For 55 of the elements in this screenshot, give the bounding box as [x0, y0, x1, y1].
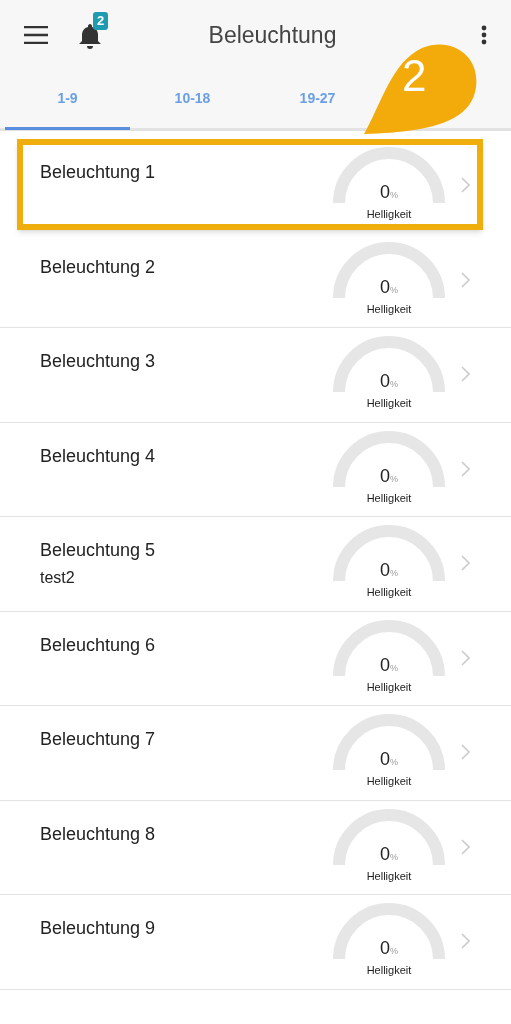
- unit-label: %: [390, 379, 398, 391]
- gauge-caption: Helligkeit: [366, 868, 412, 884]
- brightness-value: 0: [380, 183, 390, 201]
- chevron-right-icon[interactable]: [461, 460, 470, 477]
- light-name: Beleuchtung 4: [40, 444, 157, 468]
- gauge-caption: Helligkeit: [366, 301, 412, 317]
- gauge-caption: Helligkeit: [366, 585, 412, 600]
- light-name: Beleuchtung 3: [40, 350, 157, 373]
- unit-label: %: [390, 190, 398, 202]
- bell-icon[interactable]: [78, 23, 102, 49]
- light-name: Beleuchtung 1: [40, 161, 157, 184]
- unit-label: %: [390, 284, 398, 297]
- tab[interactable]: 1-9: [5, 70, 130, 130]
- light-name: Beleuchtung 2: [40, 255, 157, 279]
- light-name: Beleuchtung 9: [40, 917, 157, 940]
- light-name: Beleuchtung 8: [40, 822, 157, 846]
- brightness-value: 0: [380, 655, 390, 674]
- gauge-caption: Helligkeit: [366, 774, 412, 789]
- callout-number: 2: [402, 54, 427, 98]
- gauge-caption: Helligkeit: [366, 207, 412, 222]
- light-name: Beleuchtung 7: [40, 728, 157, 751]
- gauge-caption: Helligkeit: [366, 490, 412, 506]
- unit-label: %: [390, 662, 398, 675]
- brightness-value: 0: [380, 844, 390, 863]
- page-title: Beleuchtung: [208, 20, 337, 50]
- unit-label: %: [390, 851, 398, 864]
- brightness-value: 0: [380, 561, 390, 579]
- tab[interactable]: 10-18: [130, 70, 255, 130]
- chevron-right-icon[interactable]: [461, 177, 470, 193]
- notification-count: 2: [93, 12, 109, 30]
- gauge-caption: Helligkeit: [366, 396, 412, 411]
- chevron-right-icon[interactable]: [461, 649, 470, 666]
- brightness-value: 0: [380, 466, 390, 485]
- tab[interactable]: 19-27: [255, 70, 380, 130]
- unit-label: %: [390, 946, 398, 958]
- menu-icon[interactable]: [24, 26, 48, 44]
- light-name: Beleuchtung 5: [40, 539, 157, 562]
- chevron-right-icon[interactable]: [461, 933, 470, 949]
- brightness-value: 0: [380, 277, 390, 296]
- chevron-right-icon[interactable]: [461, 555, 470, 571]
- gauge-caption: Helligkeit: [366, 679, 412, 695]
- light-subtitle: test2: [40, 568, 76, 588]
- brightness-value: 0: [380, 750, 390, 768]
- chevron-right-icon[interactable]: [461, 271, 470, 288]
- unit-label: %: [390, 473, 398, 486]
- more-options-icon[interactable]: [481, 25, 487, 45]
- brightness-value: 0: [380, 939, 390, 957]
- chevron-right-icon[interactable]: [461, 366, 470, 382]
- gauge-caption: Helligkeit: [366, 963, 412, 978]
- chevron-right-icon[interactable]: [461, 744, 470, 760]
- brightness-value: 0: [380, 372, 390, 390]
- unit-label: %: [390, 568, 398, 580]
- light-name: Beleuchtung 6: [40, 633, 157, 657]
- unit-label: %: [390, 757, 398, 769]
- chevron-right-icon[interactable]: [461, 838, 470, 855]
